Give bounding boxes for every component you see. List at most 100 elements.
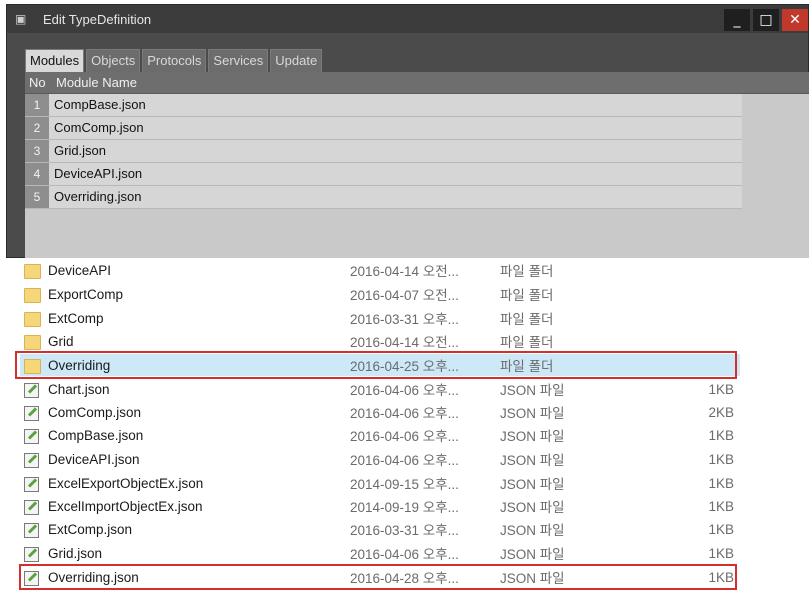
modules-table: No Module Name 1 CompBase.json 2 ComComp… (25, 72, 809, 260)
folder-icon (23, 357, 41, 374)
file-name: Grid (48, 333, 74, 349)
folder-icon (23, 333, 41, 350)
row-number: 1 (25, 94, 49, 116)
file-type: JSON 파일 (500, 429, 565, 444)
tab-objects[interactable]: Objects (86, 49, 141, 72)
list-item[interactable]: ComComp.json 2016-04-06 오후... JSON 파일 2K… (20, 401, 740, 423)
list-item[interactable]: Grid 2016-04-14 오전... 파일 폴더 (20, 330, 740, 352)
file-date: 2016-04-06 오후... (350, 453, 459, 468)
module-name-cell[interactable]: DeviceAPI.json (49, 163, 742, 185)
file-name: DeviceAPI (48, 262, 112, 278)
file-size: 1KB (708, 498, 734, 514)
file-date: 2016-04-14 오전... (350, 335, 459, 350)
file-name: ExtComp.json (48, 521, 133, 537)
file-type: JSON 파일 (500, 383, 565, 398)
module-name-cell[interactable]: Grid.json (49, 140, 742, 162)
list-item[interactable]: ExportComp 2016-04-07 오전... 파일 폴더 (20, 283, 740, 305)
minimize-button[interactable]: _ (724, 9, 750, 31)
table-row[interactable]: 1 CompBase.json (25, 94, 742, 117)
file-date: 2016-04-06 오후... (350, 383, 459, 398)
file-size: 1KB (708, 545, 734, 561)
folder-icon (23, 286, 41, 303)
file-date: 2016-04-06 오후... (350, 547, 459, 562)
json-file-icon (23, 451, 41, 468)
file-date: 2016-04-25 오후... (350, 359, 459, 374)
tab-update[interactable]: Update (270, 49, 323, 72)
json-file-icon (23, 545, 41, 562)
file-type: JSON 파일 (500, 453, 565, 468)
maximize-button[interactable]: □ (753, 9, 779, 31)
file-name: Grid.json (48, 545, 103, 561)
file-date: 2016-04-06 오후... (350, 406, 459, 421)
file-name: Overriding.json (48, 569, 139, 585)
list-item[interactable]: DeviceAPI 2016-04-14 오전... 파일 폴더 (20, 259, 740, 281)
file-date: 2016-04-28 오후... (350, 571, 459, 586)
tab-services[interactable]: Services (208, 49, 269, 72)
table-header: No Module Name (25, 72, 809, 94)
table-row[interactable]: 5 Overriding.json (25, 186, 742, 209)
row-number: 4 (25, 163, 49, 185)
file-type: JSON 파일 (500, 523, 565, 538)
tab-modules[interactable]: Modules (25, 49, 85, 72)
list-item[interactable]: Chart.json 2016-04-06 오후... JSON 파일 1KB (20, 378, 740, 400)
tab-protocols[interactable]: Protocols (142, 49, 207, 72)
file-type: JSON 파일 (500, 571, 565, 586)
file-date: 2014-09-15 오후... (350, 477, 459, 492)
file-size: 1KB (708, 427, 734, 443)
file-type: JSON 파일 (500, 406, 565, 421)
list-item-selected[interactable]: Overriding 2016-04-25 오후... 파일 폴더 (20, 354, 740, 376)
dialog-title: Edit TypeDefinition (43, 11, 152, 27)
file-type: 파일 폴더 (500, 264, 554, 279)
file-date: 2016-03-31 오후... (350, 312, 459, 327)
list-item[interactable]: DeviceAPI.json 2016-04-06 오후... JSON 파일 … (20, 448, 740, 470)
table-row[interactable]: 4 DeviceAPI.json (25, 163, 742, 186)
module-name-cell[interactable]: ComComp.json (49, 117, 742, 139)
file-size: 1KB (708, 569, 734, 585)
title-bar[interactable]: ▣ Edit TypeDefinition _ □ ✕ (7, 5, 808, 33)
row-number: 2 (25, 117, 49, 139)
tab-bar: Modules Objects Protocols Services Updat… (25, 49, 324, 72)
file-name: ComComp.json (48, 404, 142, 420)
module-name-cell[interactable]: Overriding.json (49, 186, 742, 208)
list-item[interactable]: CompBase.json 2016-04-06 오후... JSON 파일 1… (20, 424, 740, 446)
edit-typedefinition-dialog: ▣ Edit TypeDefinition _ □ ✕ Modules Obje… (6, 4, 809, 260)
table-row[interactable]: 3 Grid.json (25, 140, 742, 163)
list-item[interactable]: ExtComp 2016-03-31 오후... 파일 폴더 (20, 307, 740, 329)
list-item[interactable]: Overriding.json 2016-04-28 오후... JSON 파일… (20, 566, 740, 588)
file-size: 1KB (708, 381, 734, 397)
list-item[interactable]: ExcelImportObjectEx.json 2014-09-19 오후..… (20, 495, 740, 517)
file-name: Chart.json (48, 381, 110, 397)
file-name: ExcelImportObjectEx.json (48, 498, 203, 514)
file-type: 파일 폴더 (500, 335, 554, 350)
json-file-icon (23, 381, 41, 398)
window-icon: ▣ (15, 12, 27, 26)
file-size: 1KB (708, 451, 734, 467)
file-date: 2016-04-14 오전... (350, 264, 459, 279)
file-date: 2014-09-19 오후... (350, 500, 459, 515)
file-explorer-list: DeviceAPI 2016-04-14 오전... 파일 폴더 ExportC… (0, 258, 809, 590)
table-row[interactable]: 2 ComComp.json (25, 117, 742, 140)
column-header-module-name[interactable]: Module Name (53, 75, 137, 90)
folder-icon (23, 262, 41, 279)
list-item[interactable]: Grid.json 2016-04-06 오후... JSON 파일 1KB (20, 542, 740, 564)
file-date: 2016-04-07 오전... (350, 288, 459, 303)
file-name: ExtComp (48, 310, 104, 326)
file-name: DeviceAPI.json (48, 451, 140, 467)
close-button[interactable]: ✕ (782, 9, 808, 31)
list-item[interactable]: ExtComp.json 2016-03-31 오후... JSON 파일 1K… (20, 518, 740, 540)
json-file-icon (23, 475, 41, 492)
folder-icon (23, 310, 41, 327)
row-number: 5 (25, 186, 49, 208)
file-type: JSON 파일 (500, 547, 565, 562)
column-header-no[interactable]: No (25, 75, 53, 90)
file-type: 파일 폴더 (500, 288, 554, 303)
file-name: CompBase.json (48, 427, 144, 443)
module-name-cell[interactable]: CompBase.json (49, 94, 742, 116)
file-date: 2016-04-06 오후... (350, 429, 459, 444)
row-number: 3 (25, 140, 49, 162)
dialog-body: Modules Objects Protocols Services Updat… (7, 33, 809, 260)
file-name: ExcelExportObjectEx.json (48, 475, 204, 491)
list-item[interactable]: ExcelExportObjectEx.json 2014-09-15 오후..… (20, 472, 740, 494)
file-type: 파일 폴더 (500, 312, 554, 327)
file-size: 1KB (708, 521, 734, 537)
